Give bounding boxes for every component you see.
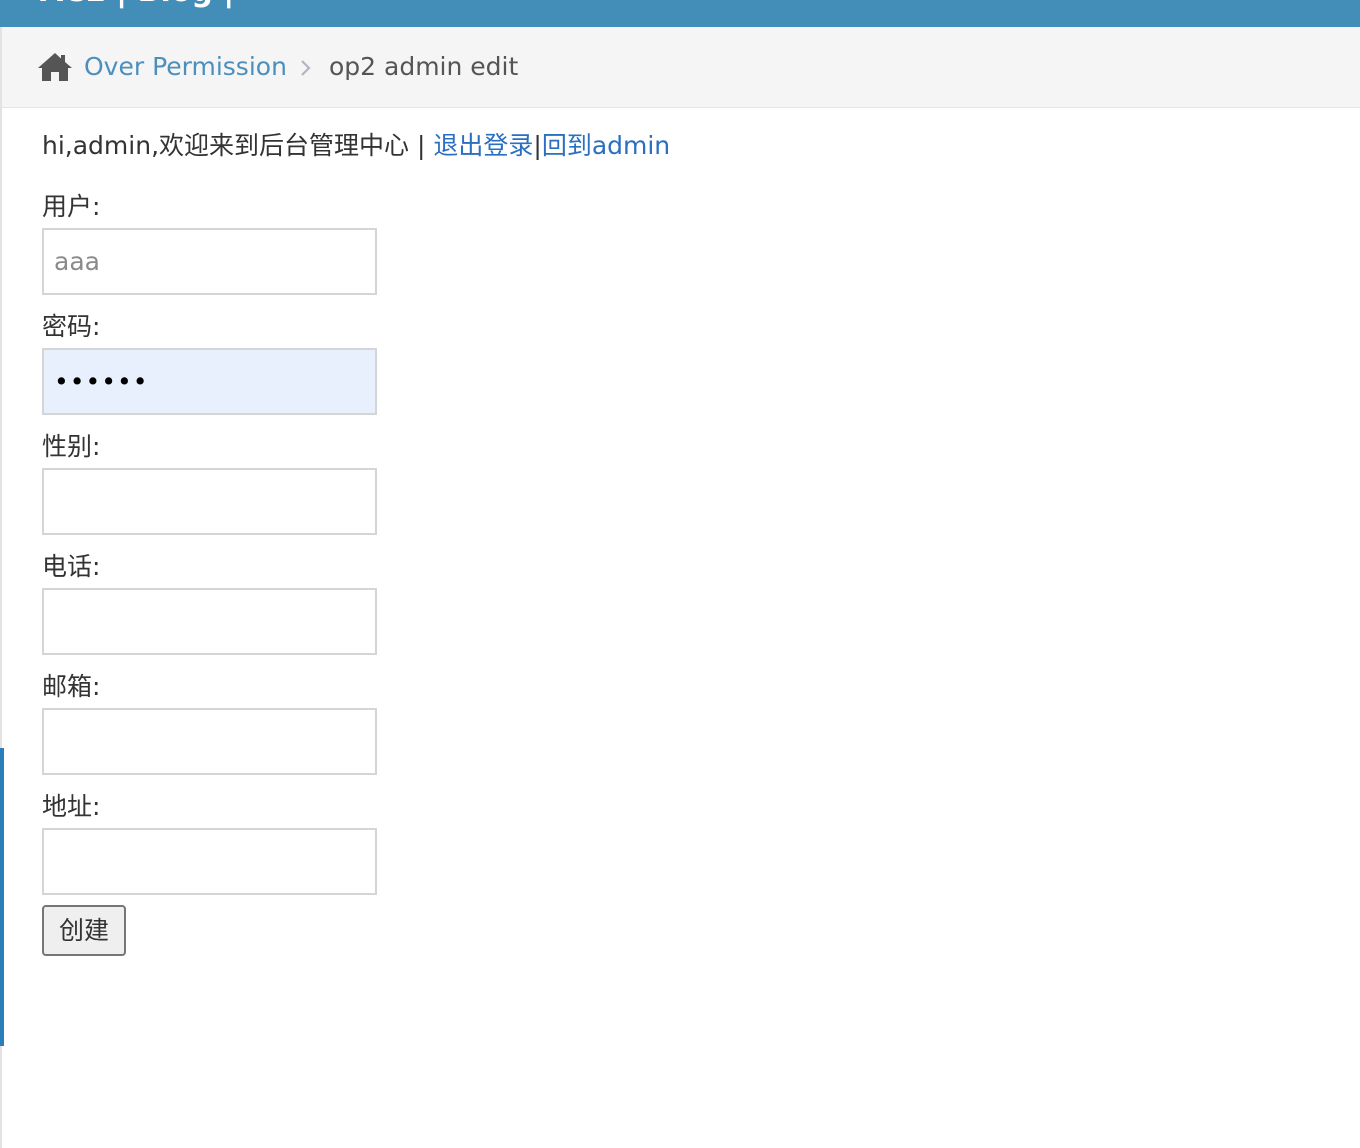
phone-label: 电话: xyxy=(42,552,101,581)
breadcrumb-link-over-permission[interactable]: Over Permission xyxy=(84,51,287,83)
create-button[interactable]: 创建 xyxy=(42,905,126,956)
chevron-right-icon xyxy=(301,60,311,76)
gender-input[interactable] xyxy=(42,468,377,535)
gender-label: 性别: xyxy=(42,432,101,461)
email-label: 邮箱: xyxy=(42,672,101,701)
logout-link[interactable]: 退出登录 xyxy=(433,131,533,160)
divider: | xyxy=(409,131,434,160)
phone-input[interactable] xyxy=(42,588,377,655)
address-label: 地址: xyxy=(42,792,101,821)
username-input[interactable] xyxy=(42,228,377,295)
top-navbar: ACE | Blog | xyxy=(0,0,1360,27)
breadcrumb-active-page: op2 admin edit xyxy=(329,52,519,81)
welcome-line: hi,admin,欢迎来到后台管理中心 | 退出登录|回到admin xyxy=(42,128,670,164)
welcome-text: hi,admin,欢迎来到后台管理中心 xyxy=(42,131,410,160)
divider-pipe: | xyxy=(533,131,542,160)
address-input[interactable] xyxy=(42,828,377,895)
breadcrumb: Over Permission op2 admin edit xyxy=(2,27,1360,108)
sidebar-active-accent xyxy=(0,748,4,1046)
back-to-admin-link[interactable]: 回到admin xyxy=(542,131,670,160)
navbar-brand-text[interactable]: ACE | Blog | xyxy=(40,0,234,9)
email-input[interactable] xyxy=(42,708,377,775)
password-input[interactable] xyxy=(42,348,377,415)
username-label: 用户: xyxy=(42,192,101,221)
home-icon[interactable] xyxy=(37,51,73,83)
password-label: 密码: xyxy=(42,312,101,341)
